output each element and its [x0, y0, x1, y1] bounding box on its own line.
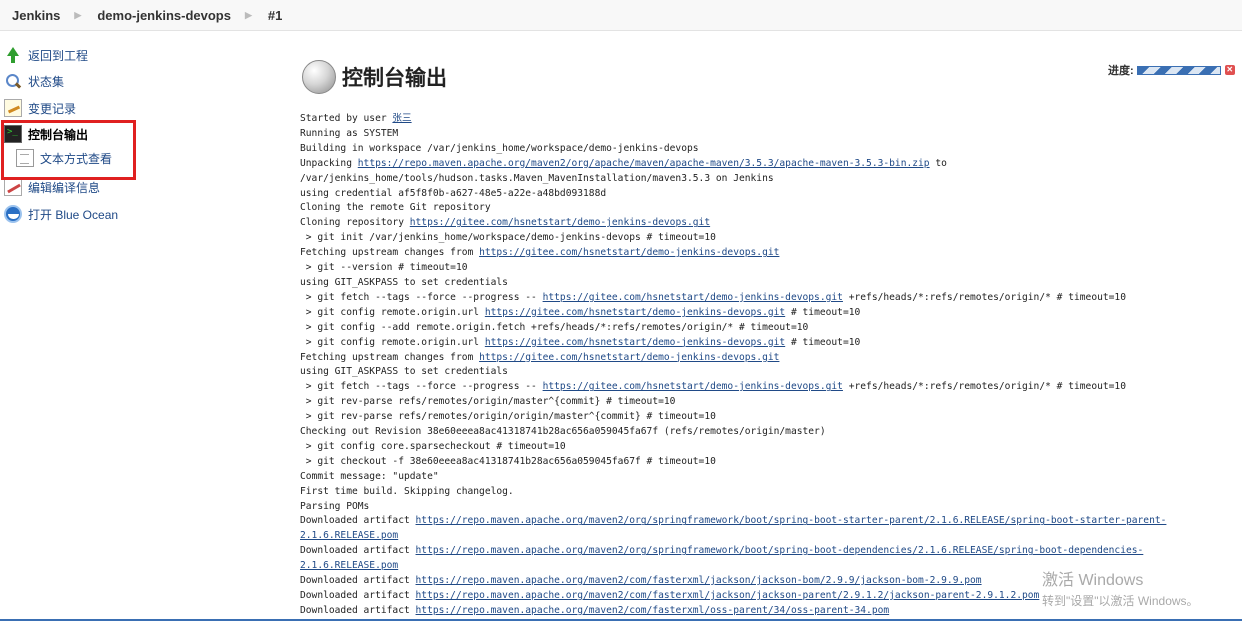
stop-build-icon[interactable]: ✕ [1224, 65, 1235, 75]
sidebar-item-label: 返回到工程 [28, 48, 89, 63]
breadcrumb-bar: Jenkins ▶ demo-jenkins-devops ▶ #1 [0, 0, 1242, 31]
console-line: > git checkout -f 38e60eeea8ac41318741b2… [300, 455, 716, 467]
blue-ocean-icon [4, 205, 22, 223]
console-line: > git init /var/jenkins_home/workspace/d… [300, 232, 716, 244]
repo-link[interactable]: https://gitee.com/hsnetstart/demo-jenkin… [479, 352, 779, 363]
repo-link[interactable]: https://gitee.com/hsnetstart/demo-jenkin… [479, 247, 779, 258]
console-line: > git config --add remote.origin.fetch +… [300, 321, 809, 333]
console-line: Downloaded artifact [300, 545, 416, 557]
sidebar-item-changes[interactable]: 变更记录 [4, 97, 76, 119]
console-line: Downloaded artifact [300, 590, 416, 601]
page-header: 控制台输出 [302, 60, 447, 94]
console-line: Cloning repository [300, 217, 410, 229]
console-output: Started by user 张三 Running as SYSTEM Bui… [300, 112, 1200, 619]
repo-link[interactable]: https://gitee.com/hsnetstart/demo-jenkin… [485, 337, 785, 348]
progress-bar [1136, 65, 1221, 75]
console-line: > git config remote.origin.url [300, 336, 485, 348]
console-line: > git fetch --tags --force --progress -- [300, 381, 543, 393]
console-line: > git config core.sparsecheckout # timeo… [300, 440, 566, 452]
build-status-orb-icon [302, 60, 336, 94]
console-line: using credential af5f8f0b-a627-48e5-a22e… [300, 187, 607, 199]
sidebar-item-open-blue-ocean[interactable]: 打开 Blue Ocean [4, 203, 118, 225]
console-line: Building in workspace /var/jenkins_home/… [300, 142, 699, 154]
watermark-subtitle: 转到"设置"以激活 Windows。 [1042, 594, 1199, 608]
sidebar-item-label: 变更记录 [28, 101, 77, 116]
watermark-title: 激活 Windows [1042, 572, 1144, 589]
artifact-link[interactable]: https://repo.maven.apache.org/maven2/com… [416, 605, 890, 616]
repo-link[interactable]: https://gitee.com/hsnetstart/demo-jenkin… [543, 292, 843, 303]
console-line: > git --version # timeout=10 [300, 262, 468, 274]
console-line: > git fetch --tags --force --progress -- [300, 291, 543, 303]
sidebar-item-status[interactable]: 状态集 [4, 70, 64, 92]
breadcrumb-jenkins[interactable]: Jenkins [0, 8, 70, 23]
console-line: +refs/heads/*:refs/remotes/origin/* # ti… [842, 381, 1126, 393]
console-line: Downloaded artifact [300, 575, 416, 587]
red-highlight-box [1, 120, 136, 180]
console-line: +refs/heads/*:refs/remotes/origin/* # ti… [842, 291, 1126, 303]
artifact-link[interactable]: https://repo.maven.apache.org/maven2/org… [416, 515, 1167, 526]
console-line: Checking out Revision 38e60eeea8ac413187… [300, 426, 826, 438]
artifact-link[interactable]: https://repo.maven.apache.org/maven2/com… [416, 575, 982, 586]
console-line: Started by user [300, 113, 393, 124]
console-line: Downloaded artifact [300, 515, 416, 527]
console-line: Parsing POMs [300, 500, 370, 512]
up-arrow-icon [4, 46, 22, 64]
notepad-icon [4, 99, 22, 117]
console-line: Running as SYSTEM [300, 127, 399, 139]
console-line: > git rev-parse refs/remotes/origin/orig… [300, 411, 716, 423]
progress-label: 进度: [1108, 65, 1134, 77]
repo-link[interactable]: https://gitee.com/hsnetstart/demo-jenkin… [485, 307, 785, 318]
breadcrumb-separator-icon: ▶ [74, 9, 82, 20]
page-title: 控制台输出 [342, 67, 447, 90]
search-icon [4, 72, 22, 90]
console-line: Commit message: "update" [300, 470, 439, 482]
user-link[interactable]: 张三 [392, 113, 411, 124]
maven-zip-link[interactable]: https://repo.maven.apache.org/maven2/org… [358, 158, 930, 169]
sidebar-item-label: 编辑编译信息 [28, 180, 101, 195]
console-line: Fetching upstream changes from [300, 247, 480, 259]
sidebar-item-label: 状态集 [28, 74, 65, 89]
console-line: Unpacking [300, 157, 358, 169]
console-line: Cloning the remote Git repository [300, 202, 491, 214]
console-line: using GIT_ASKPASS to set credentials [300, 276, 508, 288]
console-line: # timeout=10 [785, 336, 861, 348]
breadcrumb-separator-icon: ▶ [244, 9, 252, 20]
breadcrumb-build[interactable]: #1 [256, 8, 292, 23]
console-line: # timeout=10 [785, 306, 861, 318]
console-line: Downloaded artifact [300, 604, 416, 616]
windows-activation-watermark: 激活 Windows 转到"设置"以激活 Windows。 [1042, 566, 1199, 609]
console-line: /var/jenkins_home/tools/hudson.tasks.Mav… [300, 172, 774, 184]
artifact-link[interactable]: https://repo.maven.apache.org/maven2/org… [416, 545, 1144, 556]
console-line: First time build. Skipping changelog. [300, 485, 514, 497]
artifact-link[interactable]: 2.1.6.RELEASE.pom [300, 560, 398, 571]
console-line: Fetching upstream changes from [300, 351, 480, 363]
repo-link[interactable]: https://gitee.com/hsnetstart/demo-jenkin… [410, 217, 710, 228]
edit-icon [4, 178, 22, 196]
repo-link[interactable]: https://gitee.com/hsnetstart/demo-jenkin… [543, 381, 843, 392]
progress-indicator: 进度: ✕ [1108, 62, 1235, 78]
breadcrumb-job[interactable]: demo-jenkins-devops [85, 8, 241, 23]
artifact-link[interactable]: 2.1.6.RELEASE.pom [300, 530, 398, 541]
sidebar-item-back-to-project[interactable]: 返回到工程 [4, 44, 88, 66]
console-line: to [929, 157, 947, 169]
console-line: > git config remote.origin.url [300, 306, 485, 318]
console-line: using GIT_ASKPASS to set credentials [300, 366, 508, 378]
sidebar-item-label: 打开 Blue Ocean [28, 207, 119, 222]
artifact-link[interactable]: https://repo.maven.apache.org/maven2/com… [416, 590, 1040, 601]
console-line: > git rev-parse refs/remotes/origin/mast… [300, 396, 676, 408]
